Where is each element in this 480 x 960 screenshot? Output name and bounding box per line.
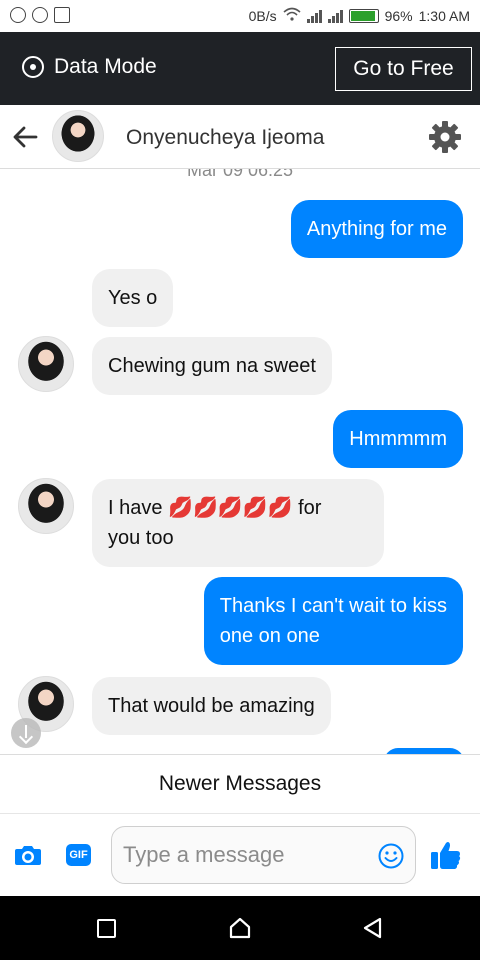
scroll-down-icon[interactable] [11,718,41,748]
network-speed: 0B/s [248,7,277,24]
status-bar: 0B/s 96% 1:30 AM [0,0,480,32]
nav-home-icon[interactable] [229,917,251,939]
signal-icon [306,9,322,23]
battery-percent: 96% [384,7,413,24]
newer-messages-button[interactable]: Newer Messages [0,754,480,814]
contact-name[interactable]: Onyenucheya Ijeoma [126,126,324,150]
emoji-icon[interactable] [378,843,404,869]
contact-avatar[interactable] [52,110,104,162]
message-composer: GIF [0,814,480,896]
messenger-notification-icon [32,7,48,23]
chat-header: Onyenucheya Ijeoma [0,105,480,169]
message-bubble-incoming[interactable]: Yes o [92,269,174,327]
notification-icons [10,7,70,23]
message-input[interactable] [111,826,416,884]
sender-avatar[interactable] [18,336,74,392]
facebook-notification-icon [10,7,26,23]
gear-icon[interactable] [428,120,462,154]
gif-icon[interactable]: GIF [66,844,91,866]
message-bubble-outgoing[interactable]: Hmmmmm [333,410,463,468]
back-arrow-icon[interactable] [12,124,40,150]
nav-back-icon[interactable] [362,917,384,939]
like-icon[interactable] [430,840,462,870]
status-right: 0B/s 96% 1:30 AM [249,7,470,24]
data-mode-indicator[interactable]: Data Mode [22,55,157,79]
image-notification-icon [54,7,70,23]
message-text: I have [108,497,163,519]
go-to-free-button[interactable]: Go to Free [335,47,472,91]
message-bubble-incoming[interactable]: Chewing gum na sweet [92,337,332,395]
clock: 1:30 AM [418,7,470,24]
wifi-icon [283,7,301,24]
message-bubble-outgoing[interactable]: Anything for me [290,200,463,258]
data-mode-icon [22,56,44,78]
message-text: one on one [219,625,320,647]
signal-2-icon [327,9,343,23]
camera-icon[interactable] [14,843,42,867]
system-nav-bar [0,896,480,960]
message-bubble-incoming[interactable]: I have 💋💋💋💋💋 for you too [92,479,384,567]
message-bubble-outgoing[interactable]: Thanks I can't wait to kiss one on one [203,577,463,665]
data-mode-bar: Data Mode Go to Free [0,32,480,105]
kiss-emoji: 💋💋💋💋💋 [168,497,293,519]
sender-avatar[interactable] [18,478,74,534]
message-text: Thanks I can't wait to kiss [219,595,447,617]
data-mode-label: Data Mode [54,55,157,78]
message-list[interactable]: Mar 09 06:25 Anything for me Yes o Chewi… [0,169,480,754]
nav-recents-icon[interactable] [97,919,116,938]
battery-icon [348,8,379,23]
message-bubble-incoming[interactable]: That would be amazing [92,677,331,735]
message-text: you too [108,527,174,549]
message-timestamp: Mar 09 06:25 [186,169,294,180]
message-text: for [298,497,322,519]
